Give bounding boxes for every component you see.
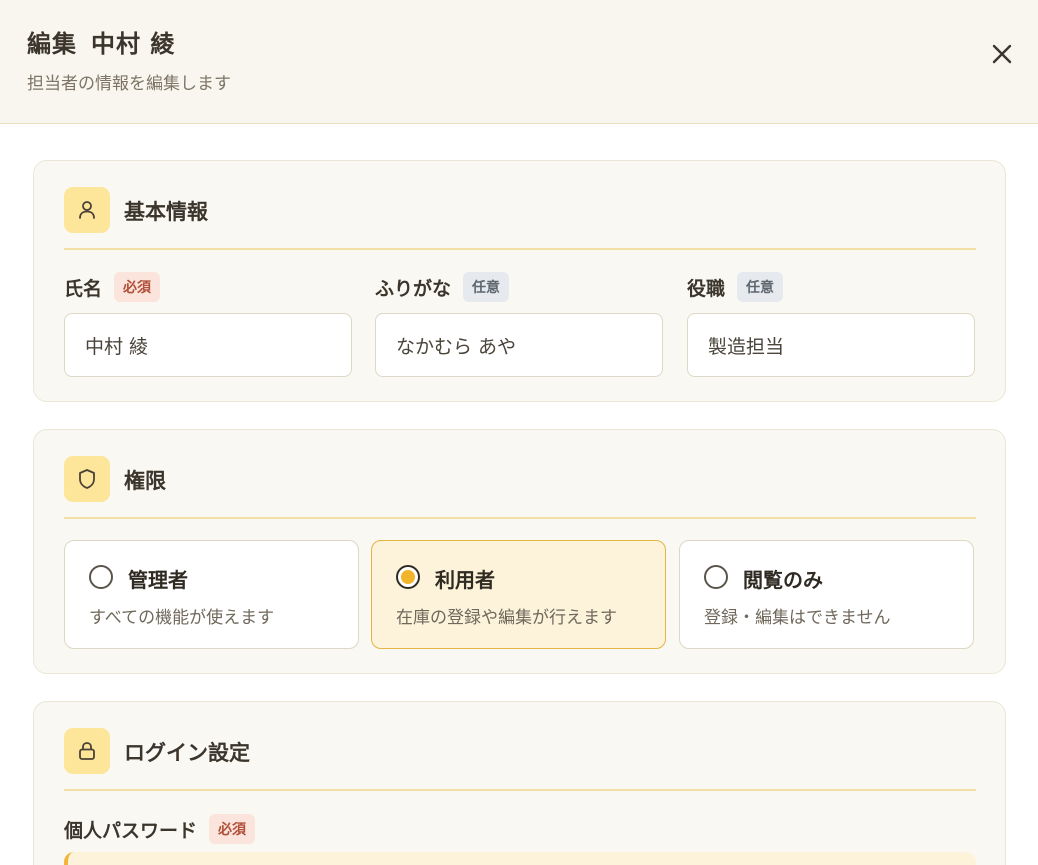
- basic-info-title: 基本情報: [124, 200, 208, 224]
- option-title: 管理者: [128, 568, 188, 592]
- optional-tag: 任意: [737, 272, 784, 302]
- permission-header: 権限: [64, 456, 976, 502]
- radio-selected-dot: [401, 570, 415, 584]
- close-icon: [992, 44, 1012, 64]
- option-title: 利用者: [435, 568, 495, 592]
- name-input[interactable]: 中村 綾: [64, 313, 352, 377]
- title-prefix: 編集: [27, 30, 77, 58]
- permission-option-viewer[interactable]: 閲覧のみ 登録・編集はできません: [679, 540, 974, 649]
- divider: [64, 789, 976, 791]
- radio-button[interactable]: [704, 565, 728, 589]
- shield-icon-badge: [64, 456, 110, 502]
- divider: [64, 248, 976, 250]
- permission-option-user[interactable]: 利用者 在庫の登録や編集が行えます: [371, 540, 666, 649]
- permission-option-admin[interactable]: 管理者 すべての機能が使えます: [64, 540, 359, 649]
- login-settings-title: ログイン設定: [124, 741, 250, 765]
- login-settings-header: ログイン設定: [64, 728, 976, 774]
- field-label: 役職: [687, 277, 726, 300]
- dialog-header: 編集 中村 綾 担当者の情報を編集します: [0, 0, 1038, 124]
- login-settings-card: ログイン設定 個人パスワード 必須: [33, 701, 1006, 865]
- password-label: 個人パスワード: [64, 819, 198, 842]
- radio-button[interactable]: [89, 565, 113, 589]
- permission-card: 権限 管理者 すべての機能が使えます 利用者 在庫の登録や編集が行えます 閲覧の…: [33, 429, 1006, 674]
- lock-icon-badge: [64, 728, 110, 774]
- user-icon-badge: [64, 187, 110, 233]
- password-label-row: 個人パスワード 必須: [64, 814, 256, 844]
- required-tag: 必須: [114, 272, 161, 302]
- optional-tag: 任意: [463, 272, 510, 302]
- permission-title: 権限: [124, 469, 166, 493]
- field-label: 氏名: [64, 277, 103, 300]
- field-label: ふりがな: [375, 277, 452, 300]
- title-name: 中村 綾: [91, 30, 176, 58]
- shield-icon: [79, 469, 95, 489]
- lock-icon: [79, 742, 95, 760]
- divider: [64, 517, 976, 519]
- radio-button-selected[interactable]: [396, 565, 420, 589]
- furigana-input[interactable]: なかむら あや: [375, 313, 663, 377]
- option-desc: すべての機能が使えます: [89, 608, 275, 628]
- password-notice-box: [64, 852, 976, 865]
- basic-info-header: 基本情報: [64, 187, 976, 233]
- user-icon: [79, 201, 95, 219]
- option-title: 閲覧のみ: [743, 568, 823, 592]
- option-desc: 登録・編集はできません: [704, 608, 891, 628]
- basic-info-card: 基本情報 氏名 必須 中村 綾 ふりがな 任意 なかむら あや 役職 任意 製造…: [33, 160, 1006, 402]
- option-desc: 在庫の登録や編集が行えます: [396, 608, 617, 628]
- position-input[interactable]: 製造担当: [687, 313, 975, 377]
- required-tag: 必須: [209, 814, 256, 844]
- dialog-title: 編集 中村 綾: [27, 24, 175, 59]
- dialog-subtitle: 担当者の情報を編集します: [27, 74, 231, 94]
- close-button[interactable]: [984, 36, 1020, 72]
